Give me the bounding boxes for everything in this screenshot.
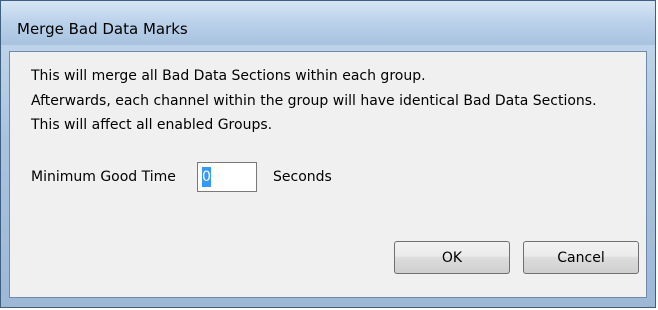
min-good-time-label: Minimum Good Time [31, 169, 176, 185]
selected-value-text: 0 [202, 167, 211, 187]
window-title: Merge Bad Data Marks [17, 20, 188, 38]
dialog-body: This will merge all Bad Data Sections wi… [9, 51, 647, 298]
title-bar[interactable]: Merge Bad Data Marks [1, 1, 655, 45]
seconds-unit-label: Seconds [273, 169, 332, 185]
merge-bad-data-marks-dialog: Merge Bad Data Marks This will merge all… [0, 0, 656, 308]
message-line-1: This will merge all Bad Data Sections wi… [31, 68, 426, 84]
ok-button[interactable]: OK [394, 241, 510, 274]
message-line-2: Afterwards, each channel within the grou… [31, 93, 597, 109]
message-line-3: This will affect all enabled Groups. [31, 117, 273, 133]
cancel-button[interactable]: Cancel [523, 241, 639, 274]
